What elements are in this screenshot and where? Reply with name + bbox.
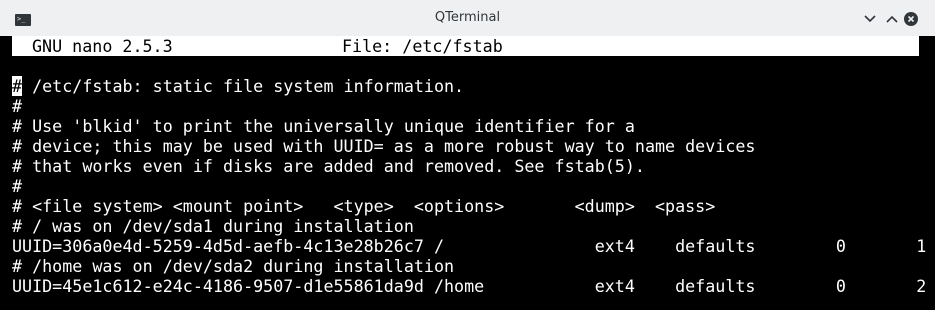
maximize-button[interactable]	[884, 11, 900, 27]
editor-line[interactable]: #	[12, 96, 22, 116]
title-bar[interactable]: >_ QTerminal	[0, 0, 935, 36]
close-icon	[904, 12, 918, 26]
nano-header-bar: GNU nano 2.5.3 File: /etc/fstab	[12, 36, 919, 56]
editor-line[interactable]: # device; this may be used with UUID= as…	[12, 136, 755, 156]
editor-line[interactable]: # /home was on /dev/sda2 during installa…	[12, 256, 454, 276]
editor-line[interactable]: # / was on /dev/sda1 during installation	[12, 216, 414, 236]
editor-line[interactable]: UUID=45e1c612-e24c-4186-9507-d1e55861da9…	[12, 276, 926, 296]
text-cursor: #	[12, 76, 23, 96]
nano-version: GNU nano 2.5.3	[32, 36, 173, 56]
editor-line[interactable]: # /etc/fstab: static file system informa…	[12, 76, 464, 96]
terminal-window: >_ QTerminal GNU nano 2.5.3 File: /etc/f…	[0, 0, 935, 310]
editor-line[interactable]: # that works even if disks are added and…	[12, 156, 645, 176]
chevron-down-icon	[864, 15, 876, 23]
editor-line[interactable]: # Use 'blkid' to print the universally u…	[12, 116, 635, 136]
terminal-area[interactable]: GNU nano 2.5.3 File: /etc/fstab # /etc/f…	[0, 36, 935, 310]
nano-filename: File: /etc/fstab	[342, 36, 503, 56]
close-button[interactable]	[903, 11, 919, 27]
editor-line[interactable]: UUID=306a0e4d-5259-4d5d-aefb-4c13e28b26c…	[12, 236, 926, 256]
window-title: QTerminal	[434, 10, 501, 25]
editor-line[interactable]: #	[12, 176, 22, 196]
editor-line[interactable]: # <file system> <mount point> <type> <op…	[12, 196, 715, 216]
minimize-button[interactable]	[862, 11, 878, 27]
chevron-up-icon	[886, 15, 898, 23]
